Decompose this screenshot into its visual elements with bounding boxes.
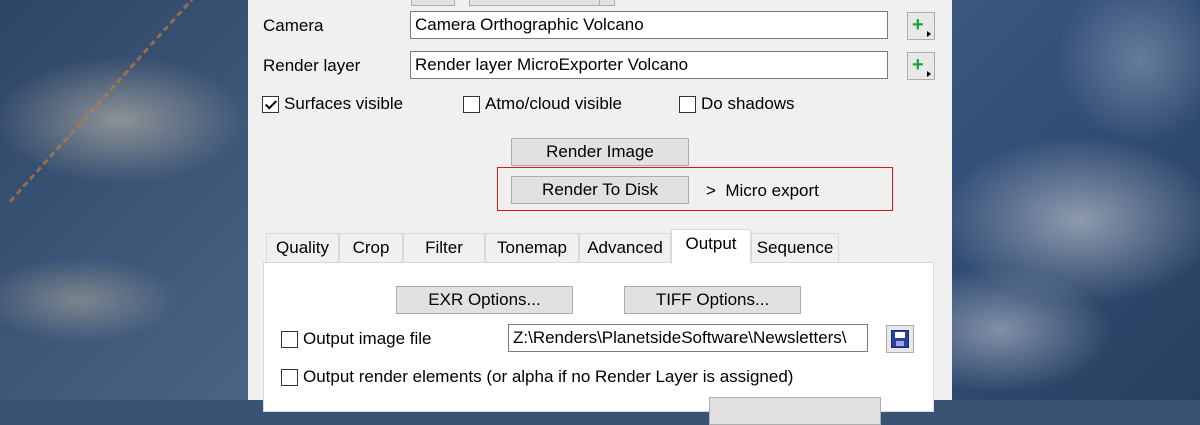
tab-crop[interactable]: Crop	[339, 233, 403, 263]
tab-filter[interactable]: Filter	[403, 233, 485, 263]
add-render-layer-button[interactable]: +	[907, 52, 935, 80]
checkbox-icon	[463, 95, 480, 113]
output-render-elements-label: Output render elements (or alpha if no R…	[303, 367, 794, 386]
surfaces-visible-checkbox[interactable]: Surfaces visible	[262, 94, 403, 114]
render-image-button[interactable]: Render Image	[511, 138, 689, 166]
dropdown-arrow-icon	[927, 31, 931, 37]
render-settings-panel: Camera Camera Orthographic Volcano + Ren…	[248, 0, 952, 425]
partial-button-cut[interactable]	[709, 397, 881, 425]
plus-icon: +	[912, 54, 924, 76]
micro-export-label: > Micro export	[706, 181, 819, 200]
tab-advanced[interactable]: Advanced	[579, 233, 671, 263]
exr-options-button[interactable]: EXR Options...	[396, 286, 573, 314]
output-render-elements-checkbox[interactable]: Output render elements (or alpha if no R…	[281, 367, 793, 387]
top-button-cut-1[interactable]	[411, 0, 455, 6]
output-tab-page: EXR Options... TIFF Options... Output im…	[263, 262, 934, 425]
camera-label: Camera	[263, 16, 324, 35]
output-image-file-label: Output image file	[303, 329, 432, 348]
floppy-disk-icon	[891, 330, 909, 348]
browse-save-button[interactable]	[886, 325, 914, 353]
do-shadows-label: Do shadows	[701, 94, 795, 113]
tab-output[interactable]: Output	[671, 229, 751, 264]
render-layer-label: Render layer	[263, 56, 361, 75]
tiff-options-button[interactable]: TIFF Options...	[624, 286, 801, 314]
tab-tonemap[interactable]: Tonemap	[485, 233, 579, 263]
top-button-cut-2[interactable]	[469, 0, 601, 6]
add-camera-button[interactable]: +	[907, 12, 935, 40]
surfaces-visible-label: Surfaces visible	[284, 94, 404, 113]
plus-icon: +	[912, 14, 924, 36]
tab-quality[interactable]: Quality	[266, 233, 339, 263]
output-path-field[interactable]: Z:\Renders\PlanetsideSoftware\Newsletter…	[508, 324, 868, 352]
checkbox-icon	[281, 368, 298, 386]
tab-sequence[interactable]: Sequence	[751, 233, 839, 263]
camera-field[interactable]: Camera Orthographic Volcano	[410, 11, 888, 39]
do-shadows-checkbox[interactable]: Do shadows	[679, 94, 795, 114]
atmo-cloud-visible-label: Atmo/cloud visible	[485, 94, 623, 113]
render-to-disk-button[interactable]: Render To Disk	[511, 176, 689, 204]
checkbox-icon	[679, 95, 696, 113]
checkbox-checked-icon	[262, 95, 279, 113]
checkbox-icon	[281, 330, 298, 348]
output-image-file-checkbox[interactable]: Output image file	[281, 329, 432, 349]
top-button-cut-3[interactable]	[599, 0, 615, 6]
dropdown-arrow-icon	[927, 71, 931, 77]
atmo-cloud-visible-checkbox[interactable]: Atmo/cloud visible	[463, 94, 622, 114]
render-layer-field[interactable]: Render layer MicroExporter Volcano	[410, 51, 888, 79]
